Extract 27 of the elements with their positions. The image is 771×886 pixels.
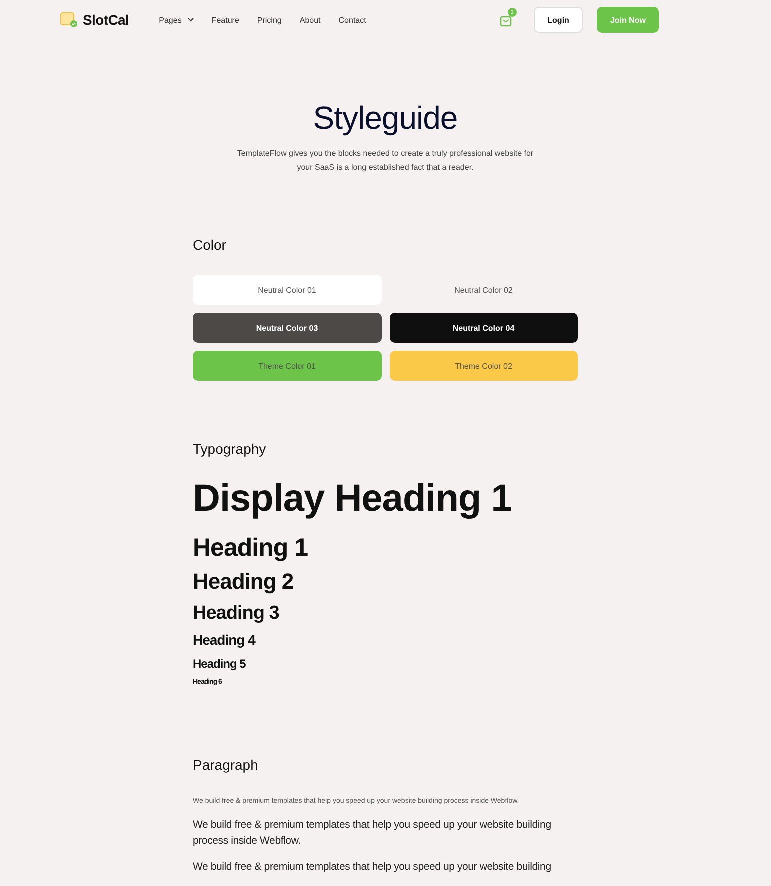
- heading-sample: Display Heading 1: [193, 477, 513, 522]
- heading-sample: Heading 5: [193, 656, 247, 671]
- paragraph-sample: We build free & premium templates that help you speed up your website building process inside Webflow.: [193, 818, 552, 850]
- nav-link[interactable]: Feature: [212, 16, 240, 24]
- color-swatch: Neutral Color 04: [390, 313, 578, 343]
- paragraph-sample: We build free & premium templates that help you speed up your website building: [193, 860, 552, 876]
- login-button[interactable]: Login: [534, 7, 584, 33]
- heading-sample: Heading 3: [193, 602, 280, 626]
- chevron-icon: [188, 18, 194, 22]
- color-swatch: Neutral Color 01: [193, 275, 382, 305]
- page-title: Styleguide: [313, 100, 458, 137]
- color-swatch: Neutral Color 03: [193, 313, 382, 343]
- section-heading: Typography: [193, 441, 268, 457]
- heading-sample: Heading 1: [193, 532, 309, 563]
- heading-sample: Heading 2: [193, 568, 295, 595]
- heading-sample: Heading 4: [193, 632, 257, 649]
- nav-link[interactable]: About: [300, 16, 321, 24]
- calendar-icon: [60, 12, 78, 28]
- nav-link[interactable]: Pricing: [257, 16, 282, 24]
- section-heading: Paragraph: [193, 757, 260, 774]
- brand-name[interactable]: SlotCal: [83, 12, 130, 28]
- nav-link[interactable]: Pages: [159, 16, 194, 24]
- color-swatch: Theme Color 02: [390, 351, 578, 381]
- section-heading: Color: [193, 237, 228, 253]
- nav-link[interactable]: Contact: [338, 16, 366, 24]
- page-subtitle: TemplateFlow gives you the blocks needed to create a truly professional website for your SaaS is a long established fact that a reader.: [236, 148, 535, 174]
- color-swatch: Theme Color 01: [193, 351, 382, 381]
